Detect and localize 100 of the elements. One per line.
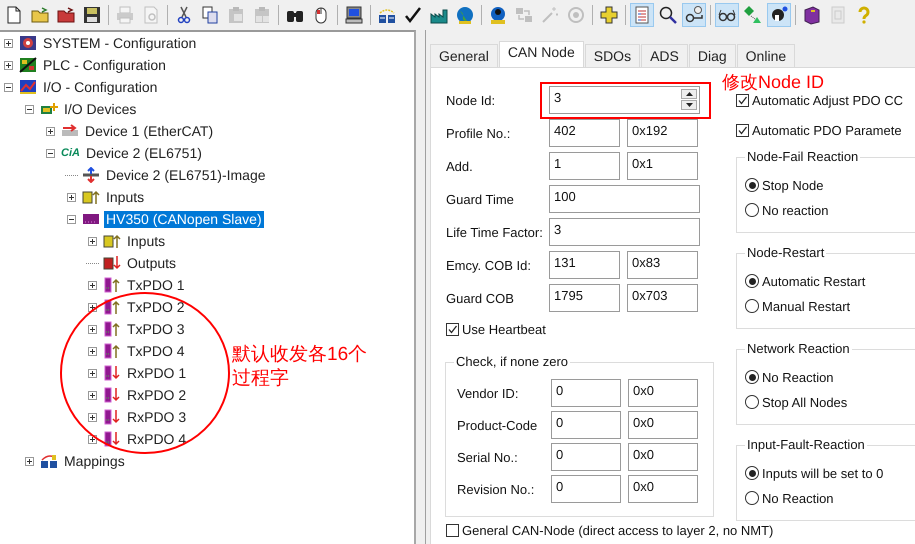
tree-item[interactable]: PLC - Configuration <box>41 56 168 74</box>
tree-item[interactable]: RxPDO 3 <box>125 408 188 426</box>
arrow-down-icon <box>686 103 692 107</box>
bar-down-arrow-icon <box>103 431 121 447</box>
clipboard-icon <box>252 5 272 25</box>
input-field[interactable]: 131 <box>549 251 620 279</box>
copy-icon <box>200 5 220 25</box>
plus-icon[interactable] <box>88 390 97 400</box>
plus-icon[interactable] <box>4 38 13 48</box>
minus-icon[interactable] <box>67 214 76 224</box>
toolbar-button[interactable] <box>682 3 706 27</box>
input-field[interactable]: 3 <box>549 218 700 246</box>
plus-icon[interactable] <box>25 456 34 466</box>
plus-icon[interactable] <box>4 60 13 70</box>
plus-icon[interactable] <box>88 236 97 246</box>
radio-button[interactable] <box>745 178 759 192</box>
radio-button[interactable] <box>745 299 759 313</box>
input-field[interactable]: 0 <box>551 379 621 407</box>
toolbar-button[interactable] <box>630 3 654 27</box>
tree-item[interactable]: Device 2 (EL6751)-Image <box>104 166 268 184</box>
input-field[interactable]: 0 <box>551 411 621 439</box>
plus-icon[interactable] <box>88 368 97 378</box>
block-up-arrow-icon <box>82 189 100 205</box>
input-field[interactable]: 100 <box>549 185 700 213</box>
tree-item[interactable]: Inputs <box>104 188 146 206</box>
emblem-icon <box>19 35 37 51</box>
logo-text: CiA <box>61 146 80 160</box>
input-field[interactable]: 0 <box>551 443 621 471</box>
tab[interactable]: CAN Node <box>498 41 584 67</box>
tree-item[interactable]: RxPDO 2 <box>125 386 188 404</box>
input-field[interactable]: 1795 <box>549 284 620 312</box>
plus-icon[interactable] <box>88 346 97 356</box>
tree-item[interactable]: RxPDO 1 <box>125 364 188 382</box>
minus-icon[interactable] <box>46 148 55 158</box>
plus-icon[interactable] <box>88 324 97 334</box>
input-field[interactable]: 1 <box>549 152 620 180</box>
input-field[interactable]: 0x0 <box>628 379 698 407</box>
plus-icon[interactable] <box>67 192 76 202</box>
radio-label: Manual Restart <box>762 298 850 314</box>
radio-label: Stop Node <box>762 178 824 192</box>
tree-item[interactable]: Inputs <box>125 232 168 250</box>
tree-item[interactable]: TxPDO 3 <box>125 320 187 338</box>
blocks-icon <box>40 453 58 469</box>
spin-up-button[interactable] <box>681 89 697 99</box>
input-field[interactable]: 0x1 <box>627 152 698 180</box>
tree-item[interactable]: TxPDO 2 <box>125 298 187 316</box>
radio-button[interactable] <box>745 203 759 217</box>
toolbar-button[interactable] <box>715 3 739 27</box>
input-field[interactable]: 0 <box>551 475 621 503</box>
radio-button[interactable] <box>745 274 759 288</box>
minus-icon[interactable] <box>25 104 34 114</box>
tab[interactable]: ADS <box>641 44 688 67</box>
bar-down-arrow-icon <box>103 365 121 381</box>
checkbox[interactable] <box>736 94 749 106</box>
minus-icon[interactable] <box>4 82 13 92</box>
plus-icon[interactable] <box>46 126 55 136</box>
arrows-icon <box>82 167 100 183</box>
plus-icon[interactable] <box>88 412 97 422</box>
tab[interactable]: SDOs <box>584 44 640 67</box>
input-field[interactable]: 0x83 <box>627 251 698 279</box>
tree-item[interactable]: SYSTEM - Configuration <box>41 34 198 52</box>
tab[interactable]: Diag <box>688 44 736 67</box>
tree-item[interactable]: Device 2 (EL6751) <box>84 144 204 162</box>
field-label: Guard COB <box>446 290 515 306</box>
tree-item[interactable]: TxPDO 4 <box>125 342 187 360</box>
book-icon <box>802 5 822 25</box>
input-field[interactable]: 402 <box>549 119 620 147</box>
tree-item[interactable]: Device 1 (EtherCAT) <box>83 122 216 140</box>
tree-item[interactable]: HV350 (CANopen Slave) <box>104 210 264 228</box>
checkbox[interactable] <box>736 124 749 136</box>
plus-icon[interactable] <box>88 280 97 290</box>
spin-down-button[interactable] <box>681 100 697 110</box>
radio-button[interactable] <box>745 491 759 505</box>
tab[interactable]: General <box>430 44 498 67</box>
module-icon <box>82 211 100 227</box>
tree-item[interactable]: Outputs <box>125 254 178 272</box>
radio-button[interactable] <box>745 395 759 409</box>
tree-item[interactable]: I/O - Configuration <box>41 78 160 96</box>
radio-button[interactable] <box>745 466 759 480</box>
tree-item[interactable]: RxPDO 4 <box>125 430 188 448</box>
checkbox-label: Automatic PDO Paramete <box>752 122 902 138</box>
search-icon <box>658 5 678 25</box>
tree-item[interactable]: TxPDO 1 <box>125 276 187 294</box>
wand-icon <box>540 5 560 25</box>
checkbox[interactable] <box>446 322 459 336</box>
input-field[interactable]: 0x192 <box>627 119 698 147</box>
group-title: Check, if none zero <box>454 354 570 369</box>
radio-button[interactable] <box>745 370 759 384</box>
tree-item[interactable]: I/O Devices <box>62 100 138 118</box>
input-field[interactable]: 0x0 <box>628 411 698 439</box>
tree-item[interactable]: Mappings <box>62 452 127 470</box>
input-field[interactable]: 0x703 <box>627 284 698 312</box>
input-field[interactable]: 0x0 <box>628 443 698 471</box>
checkbox[interactable] <box>446 524 459 536</box>
connector-icon <box>61 123 79 139</box>
toolbar-button[interactable] <box>767 3 791 27</box>
bar-up-arrow-icon <box>103 299 121 315</box>
spin-field[interactable]: 3 <box>549 86 700 114</box>
input-field[interactable]: 0x0 <box>628 475 698 503</box>
tab[interactable]: Online <box>736 44 796 67</box>
